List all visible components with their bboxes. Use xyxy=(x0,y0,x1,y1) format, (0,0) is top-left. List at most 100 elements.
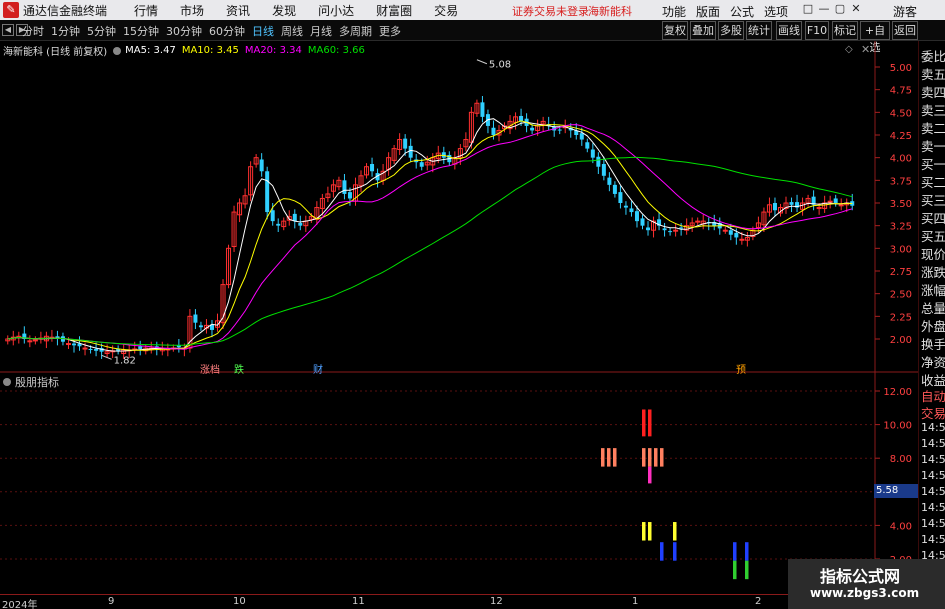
candle-body xyxy=(276,223,281,226)
candle-body xyxy=(607,177,612,185)
side-time-1: 14:56 xyxy=(921,421,945,434)
indicator-dot-icon[interactable] xyxy=(3,378,11,386)
y-tick-label: 4.50 xyxy=(890,108,912,119)
ma5-line xyxy=(7,118,853,352)
y-tick-label: 2.50 xyxy=(890,290,912,301)
date-label-nov: 11 xyxy=(352,596,365,607)
side-item-sell4: 卖四 xyxy=(921,85,945,100)
candle-body xyxy=(292,213,297,222)
side-item-outer: 外盘 xyxy=(921,319,945,334)
y-tick-label: 3.50 xyxy=(890,199,912,210)
event-marker-limit[interactable]: 涨档 xyxy=(200,361,220,376)
side-item-buy5: 买五 xyxy=(921,229,945,244)
indicator-signal-bar xyxy=(601,448,605,467)
indicator-signal-bar xyxy=(648,466,652,484)
indicator-signal-bar xyxy=(642,409,646,437)
side-item-sell2: 卖二 xyxy=(921,121,945,136)
ma10-line xyxy=(7,120,853,351)
side-item-buy3: 买三 xyxy=(921,193,945,208)
candle-body xyxy=(585,142,590,149)
side-item-price: 现价 xyxy=(921,247,945,262)
side-item-volume: 总量 xyxy=(921,301,945,316)
candle-body xyxy=(198,325,203,328)
chart-canvas[interactable]: 5.08 1.82 5.00 4.75 4.50 4.25 4.00 3.75 3.50 3.2… xyxy=(0,0,918,594)
candle-body xyxy=(640,218,645,226)
side-time-6: 14:56 xyxy=(921,501,945,514)
event-marker-forecast[interactable]: 预 xyxy=(736,361,746,376)
side-item-sell3: 卖三 xyxy=(921,103,945,118)
date-label-dec: 12 xyxy=(490,596,503,607)
candle-body xyxy=(695,220,701,223)
candle-body xyxy=(82,347,88,350)
indicator-title: 殷朋指标 xyxy=(3,374,59,390)
indicator-signal-bar xyxy=(733,560,737,580)
candle-body xyxy=(530,127,535,131)
candle-body xyxy=(734,232,739,238)
candle-body xyxy=(347,192,352,199)
indicator-value-tag: 5.58 xyxy=(874,484,918,498)
y-tick-label: 3.25 xyxy=(890,222,912,233)
candle-body xyxy=(138,346,143,349)
candle-body xyxy=(601,164,606,176)
candle-body xyxy=(342,180,347,194)
y-tick-label: 3.75 xyxy=(890,176,912,187)
date-label-feb: 2 xyxy=(755,596,762,607)
indicator-signal-bar xyxy=(660,542,664,561)
extreme-pointer xyxy=(476,59,488,65)
candle-body xyxy=(662,228,667,231)
ind-y-tick-label: 10.00 xyxy=(883,421,912,432)
candle-body xyxy=(816,207,822,210)
ind-y-tick-label: 4.00 xyxy=(890,521,912,532)
indicator-signal-bar xyxy=(745,542,749,561)
indicator-signal-bar xyxy=(673,522,677,541)
watermark-title: 指标公式网 xyxy=(820,567,901,586)
candle-body xyxy=(403,138,408,149)
side-time-8: 14:56 xyxy=(921,533,945,546)
extreme-label: 5.08 xyxy=(489,60,511,71)
side-item-turnover: 换手 xyxy=(921,337,945,352)
candle-body xyxy=(298,222,303,226)
date-label-jan: 1 xyxy=(632,596,639,607)
candle-body xyxy=(32,339,38,342)
indicator-signal-bar xyxy=(648,409,652,437)
candle-body xyxy=(419,162,424,167)
indicator-signal-bar xyxy=(642,448,646,467)
extreme-pointer xyxy=(101,354,112,360)
candle-body xyxy=(838,204,844,207)
candle-body xyxy=(612,184,617,194)
indicator-signal-bar xyxy=(673,542,677,561)
candle-body xyxy=(265,171,270,213)
side-item-buy4: 买四 xyxy=(921,211,945,226)
side-time-5: 14:56 xyxy=(921,485,945,498)
ma60-line xyxy=(7,156,853,346)
event-marker-down[interactable]: 跌 xyxy=(234,361,244,376)
date-label-2024: 2024年 xyxy=(2,600,38,609)
indicator-signal-bar xyxy=(642,522,646,541)
candle-body xyxy=(480,102,485,117)
y-tick-label: 4.00 xyxy=(890,154,912,165)
side-item-buy2: 买二 xyxy=(921,175,945,190)
y-tick-label: 2.25 xyxy=(890,312,912,323)
y-tick-label: 4.75 xyxy=(890,86,912,97)
candle-body xyxy=(722,229,728,232)
candle-body xyxy=(789,202,794,205)
candle-body xyxy=(71,343,76,346)
side-item-sell1: 卖一 xyxy=(921,139,945,154)
candle-body xyxy=(618,192,623,203)
y-tick-label: 4.25 xyxy=(890,131,912,142)
watermark: 指标公式网 www.zbgs3.com xyxy=(788,559,945,609)
y-tick-label: 2.75 xyxy=(890,267,912,278)
side-item-trade[interactable]: 交易 xyxy=(921,403,945,422)
indicator-signal-bar xyxy=(745,560,749,580)
date-label-oct: 10 xyxy=(233,596,246,607)
candle-body xyxy=(88,348,93,350)
candle-body xyxy=(772,203,777,211)
candle-body xyxy=(370,164,375,172)
candle-body xyxy=(833,198,838,203)
candle-body xyxy=(728,230,733,235)
event-marker-finance[interactable]: 财 xyxy=(313,361,323,376)
indicator-name: 殷朋指标 xyxy=(15,376,59,389)
side-item-net-assets: 净资 xyxy=(921,355,945,370)
indicator-signal-bar xyxy=(654,448,658,467)
candle-body xyxy=(193,314,198,323)
